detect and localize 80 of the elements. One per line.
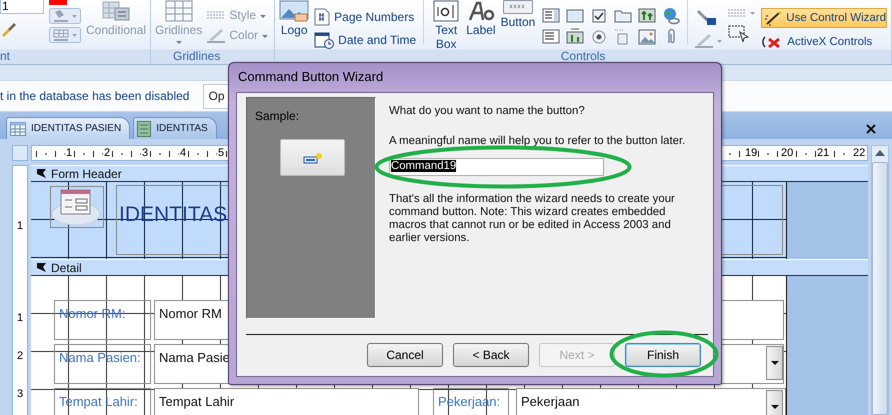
image-icon xyxy=(638,28,656,46)
vertical-scrollbar[interactable] xyxy=(871,145,889,415)
dropdown-arrow-icon xyxy=(770,361,778,365)
scroll-up-icon xyxy=(875,150,885,156)
form-icon xyxy=(137,120,152,136)
table-icon xyxy=(10,122,26,136)
calendar-clock-icon xyxy=(314,31,334,49)
fill-color-icon xyxy=(49,8,81,24)
text-box-button[interactable]: Text Box xyxy=(431,23,462,51)
wand-icon xyxy=(764,10,784,26)
italic-letters-icon xyxy=(466,0,495,22)
button-sparkle-icon xyxy=(302,152,322,164)
ruler-number: 2 xyxy=(17,350,24,362)
font-size-field[interactable]: 1 xyxy=(0,0,44,14)
section-arrow-icon xyxy=(35,168,47,179)
caret-icon xyxy=(260,15,266,18)
ruler-corner xyxy=(12,145,28,161)
caret-icon xyxy=(262,35,268,38)
ruler-number: 1 xyxy=(65,147,74,159)
group-label: Controls xyxy=(560,49,606,64)
text-box-control: Pekerjaan xyxy=(516,388,786,415)
ruler-number: 20 xyxy=(780,147,794,159)
caret-icon xyxy=(176,41,182,44)
group-label: nt xyxy=(0,49,12,64)
select-pointer-icon xyxy=(728,24,750,42)
ruler-number: 19 xyxy=(744,147,758,159)
text-box-control: Tempat Lahir xyxy=(154,388,419,415)
rectangle-icon xyxy=(566,7,584,25)
page-number-icon xyxy=(314,8,330,26)
ruler-number: 1 xyxy=(17,312,24,324)
sample-label: Sample: xyxy=(255,109,300,123)
ruler-number: 22 xyxy=(852,147,866,159)
form-logo-icon xyxy=(50,186,104,228)
ruler-number: 5 xyxy=(217,147,226,159)
wizard-button[interactable]: Finish xyxy=(625,343,701,367)
grid-icon xyxy=(164,0,193,22)
ruler-number: 4 xyxy=(179,147,188,159)
page-numbers-button[interactable]: Page Numbers xyxy=(334,10,414,24)
wizard-button: Next > xyxy=(539,343,615,367)
question-text: What do you want to name the button? xyxy=(389,105,586,118)
list-box-icon xyxy=(542,7,560,25)
pen-icon xyxy=(695,32,724,48)
date-time-button[interactable]: Date and Time xyxy=(338,33,416,47)
ruler-number: 3 xyxy=(17,388,24,400)
wizard-button[interactable]: Cancel xyxy=(367,343,443,367)
conditional-format-icon xyxy=(101,0,132,22)
text-box-icon xyxy=(433,0,460,22)
group-label: Gridlines xyxy=(173,49,220,63)
wizard-button[interactable]: < Back xyxy=(453,343,529,367)
button-button[interactable]: Button xyxy=(500,15,536,29)
radio-button-icon xyxy=(590,28,608,46)
document-tab[interactable]: IDENTITAS xyxy=(133,117,217,139)
border-grid-icon xyxy=(49,27,81,43)
checkbox-icon xyxy=(590,7,608,25)
line-style-icon xyxy=(728,8,756,18)
command-button-icon xyxy=(502,0,533,14)
ruler-number: 3 xyxy=(141,147,150,159)
combo-list-icon xyxy=(542,28,560,46)
ruler-number: 2 xyxy=(103,147,112,159)
security-warning-text: t in the database has been disabled xyxy=(0,89,190,103)
image-icon xyxy=(279,0,310,22)
info-text: That's all the information the wizard needs to create your command button. Note: This wizard creates embedded macros that cannot run or be edited in Access 2003 and earlier versions. xyxy=(389,193,676,245)
dropdown-arrow-icon xyxy=(770,405,778,409)
section-arrow-icon xyxy=(35,262,47,273)
logo-button[interactable]: Logo xyxy=(280,23,308,37)
name-input-field[interactable]: Command19 xyxy=(389,158,604,176)
hint-text: A meaningful name will help you to refer to the button later. xyxy=(389,135,686,148)
pen-icon xyxy=(207,27,226,43)
activex-controls-button[interactable]: ActiveX Controls xyxy=(787,35,872,49)
label-button[interactable]: Label xyxy=(466,23,496,37)
control-wizards-toggle[interactable]: Use Control Wizard xyxy=(761,8,887,28)
font-color-icon xyxy=(49,0,67,5)
line-style-icon xyxy=(207,10,226,20)
paintbrush-icon xyxy=(0,21,16,37)
ruler-number: 21 xyxy=(816,147,830,159)
dialog-title: Command Button Wizard xyxy=(237,68,384,86)
close-icon xyxy=(866,124,876,134)
document-tab[interactable]: IDENTITAS PASIEN xyxy=(6,117,130,139)
ruler-number: 1 xyxy=(17,220,24,232)
globe-link-icon xyxy=(662,7,680,25)
